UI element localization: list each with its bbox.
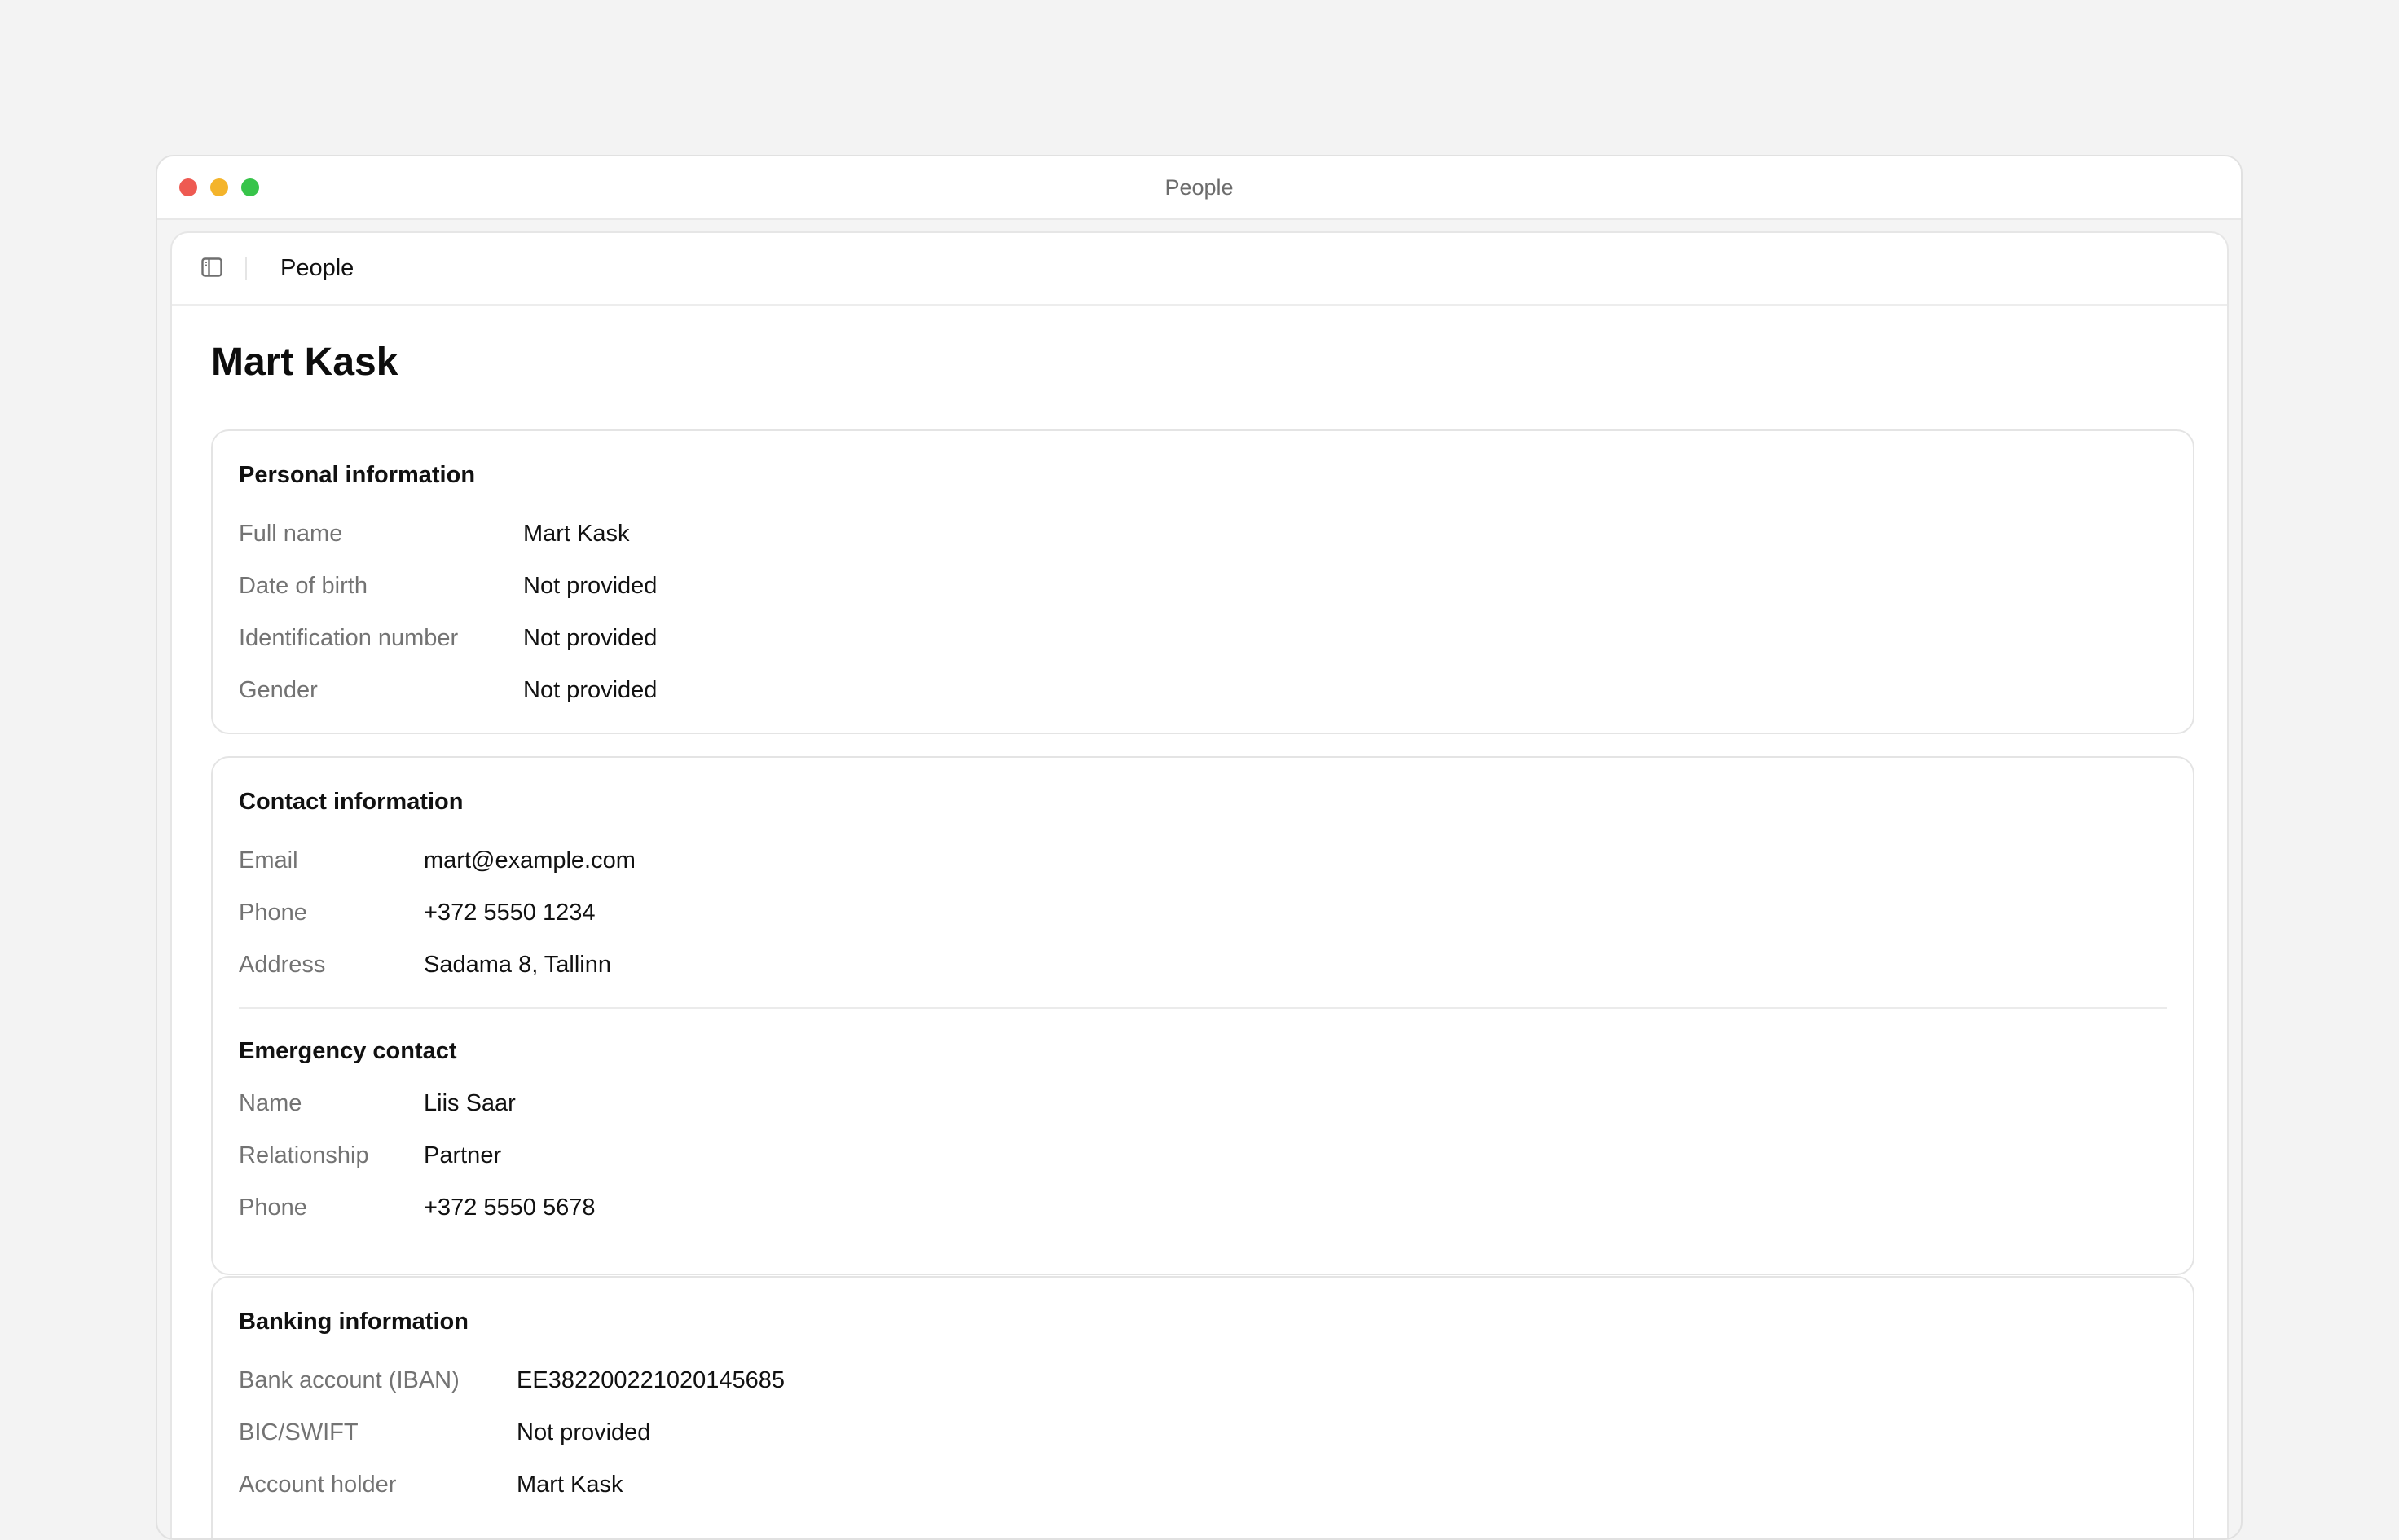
email-value[interactable]: mart@example.com [424,844,636,877]
field-value: Not provided [523,573,658,599]
field-label: Relationship [239,1142,369,1168]
section-title: Banking information [239,1309,469,1335]
contact-information-card: Contact information Email mart@example.c… [211,756,2194,1275]
banking-information-card: Banking information Bank account (IBAN) … [211,1276,2194,1538]
field-label: Full name [239,521,343,547]
breadcrumb-people[interactable]: People [280,233,354,304]
window-titlebar: People [157,156,2241,220]
section-divider [239,1007,2167,1009]
section-title: Personal information [239,462,476,488]
field-value: Liis Saar [424,1090,516,1116]
field-value: Not provided [523,625,658,651]
field-value: EE382200221020145685 [517,1367,785,1393]
field-value: Sadama 8, Tallinn [424,952,612,978]
phone-value[interactable]: +372 5550 1234 [424,896,595,929]
field-value: Not provided [517,1419,651,1445]
field-label: Phone [239,1195,307,1221]
field-value: Mart Kask [523,521,630,547]
field-label: BIC/SWIFT [239,1419,359,1445]
window-title: People [1164,175,1234,200]
field-label: Name [239,1090,302,1116]
toolbar: People [172,233,2227,306]
field-value: Mart Kask [517,1472,623,1498]
sidebar-toggle-icon[interactable] [201,257,222,277]
field-label: Bank account (IBAN) [239,1367,460,1393]
field-label: Phone [239,900,307,926]
toolbar-divider [245,257,247,280]
app-window: People People Mart Kask Personal informa… [156,155,2243,1540]
field-value: Partner [424,1142,502,1168]
section-title: Contact information [239,789,464,815]
field-value: Not provided [523,677,658,703]
field-label: Gender [239,677,318,703]
section-title: Emergency contact [239,1038,457,1064]
phone-value[interactable]: +372 5550 5678 [424,1191,595,1224]
app-panel: People Mart Kask Personal information Fu… [170,231,2229,1538]
field-label: Identification number [239,625,459,651]
field-label: Account holder [239,1472,397,1498]
personal-information-card: Personal information Full name Mart Kask… [211,429,2194,734]
field-label: Date of birth [239,573,368,599]
page-title: Mart Kask [211,341,398,384]
field-label: Email [239,847,298,873]
field-label: Address [239,952,326,978]
